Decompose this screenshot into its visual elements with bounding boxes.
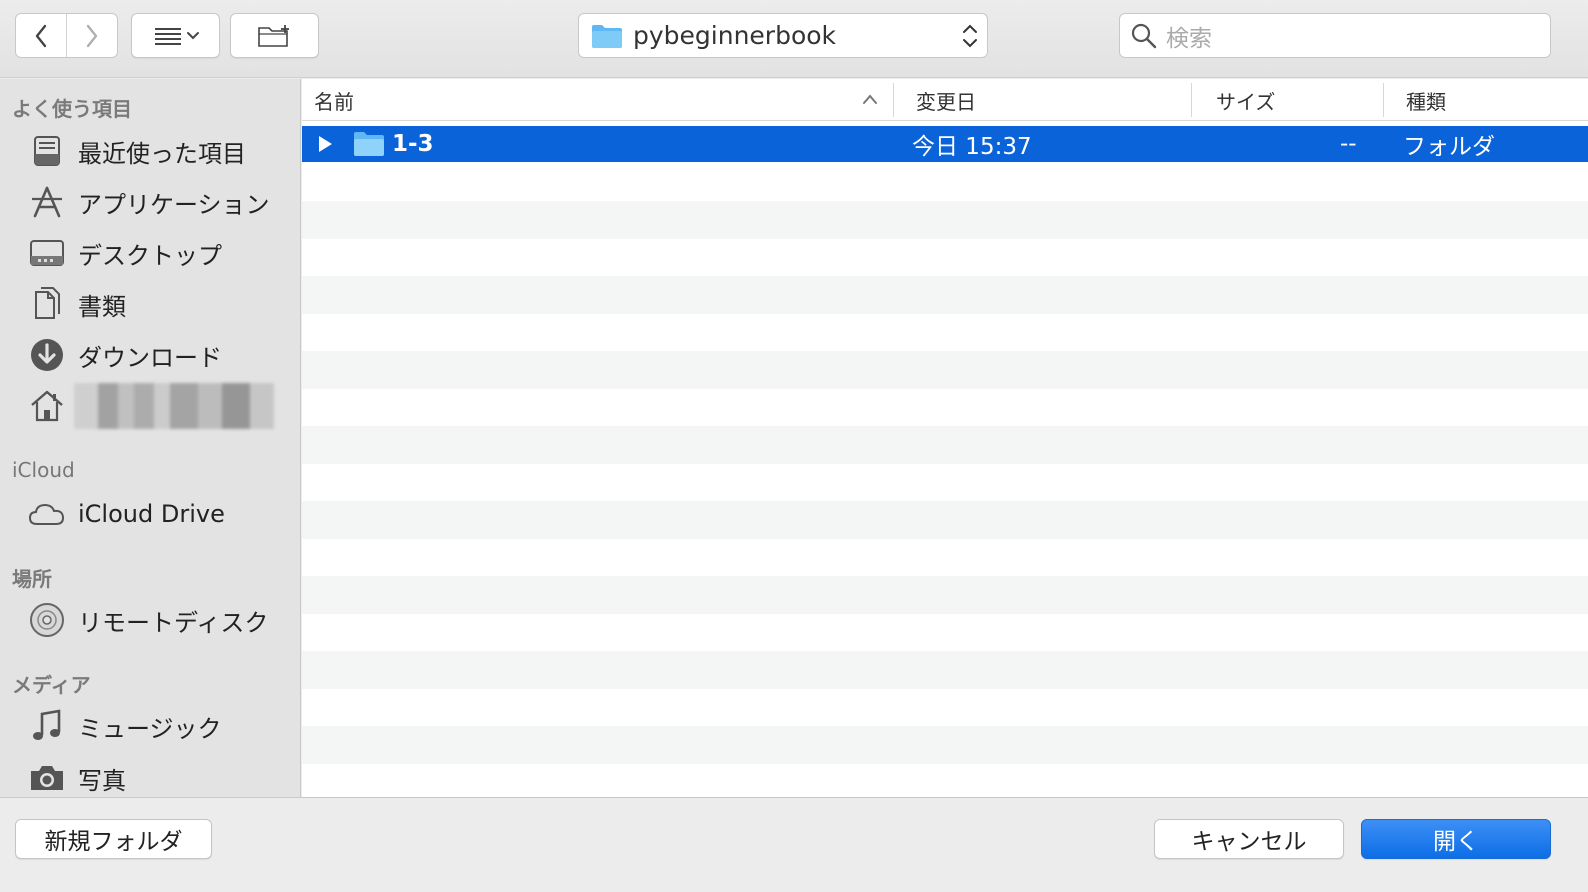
column-header-kind[interactable]: 種類 xyxy=(1406,79,1446,121)
applications-icon xyxy=(26,182,68,222)
nav-back-forward xyxy=(15,13,118,58)
sidebar-item-recents[interactable]: 最近使った項目 xyxy=(26,129,296,173)
sidebar-item-label: 書類 xyxy=(78,292,126,321)
empty-row xyxy=(302,201,1588,239)
empty-row xyxy=(302,726,1588,764)
empty-row xyxy=(302,501,1588,539)
column-header-modified[interactable]: 変更日 xyxy=(916,79,976,121)
sidebar-item-label: ミュージック xyxy=(78,714,222,743)
sidebar-item-documents[interactable]: 書類 xyxy=(26,282,296,326)
sidebar-item-photos[interactable]: 写真 xyxy=(26,756,296,797)
column-header-size[interactable]: サイズ xyxy=(1216,79,1275,121)
recents-icon xyxy=(26,131,68,171)
empty-row xyxy=(302,651,1588,689)
sort-ascending-icon xyxy=(863,94,877,104)
camera-icon xyxy=(26,758,68,797)
column-header: 名前 変更日 サイズ 種類 xyxy=(302,79,1588,121)
music-icon xyxy=(26,706,68,746)
view-options-button[interactable] xyxy=(131,13,220,58)
desktop-icon xyxy=(26,233,68,273)
folder-icon xyxy=(592,24,622,48)
cancel-button[interactable]: キャンセル xyxy=(1154,819,1344,859)
section-favorites: よく使う項目 xyxy=(12,97,132,121)
sidebar: よく使う項目 最近使った項目 アプリケーション デスクトップ 書類 ダウンロード xyxy=(0,79,301,797)
column-header-name[interactable]: 名前 xyxy=(314,79,354,121)
file-list: 名前 変更日 サイズ 種類 1-3 今日 15:37 -- フォルダ xyxy=(302,79,1588,797)
section-icloud: iCloud xyxy=(12,458,75,482)
sidebar-item-applications[interactable]: アプリケーション xyxy=(26,180,296,224)
sidebar-item-label: 写真 xyxy=(78,766,126,795)
back-button[interactable] xyxy=(16,14,66,57)
cloud-icon xyxy=(26,494,68,534)
forward-button[interactable] xyxy=(66,14,117,57)
file-size: -- xyxy=(1340,131,1357,157)
chevron-left-icon xyxy=(35,24,47,47)
sidebar-item-label: 最近使った項目 xyxy=(78,139,246,168)
new-folder-toolbar-button[interactable] xyxy=(230,13,319,58)
sidebar-item-label: アプリケーション xyxy=(78,190,270,219)
new-folder-icon xyxy=(257,24,289,47)
documents-icon xyxy=(26,284,68,324)
sidebar-item-downloads[interactable]: ダウンロード xyxy=(26,333,296,377)
downloads-icon xyxy=(26,335,68,375)
sidebar-item-music[interactable]: ミュージック xyxy=(26,704,296,748)
search-icon xyxy=(1131,23,1157,48)
open-button[interactable]: 開く xyxy=(1361,819,1551,859)
new-folder-button[interactable]: 新規フォルダ xyxy=(15,819,212,859)
sidebar-item-remote-disc[interactable]: リモートディスク xyxy=(26,598,296,642)
file-kind: フォルダ xyxy=(1403,134,1495,160)
empty-row xyxy=(302,426,1588,464)
disc-icon xyxy=(26,600,68,640)
sidebar-item-label: iCloud Drive xyxy=(78,500,225,528)
bottom-bar: 新規フォルダ キャンセル 開く xyxy=(0,797,1588,892)
redacted-username xyxy=(74,383,274,429)
section-media: メディア xyxy=(12,673,91,697)
sidebar-item-label: デスクトップ xyxy=(78,241,222,270)
section-locations: 場所 xyxy=(12,567,52,591)
chevron-right-icon xyxy=(86,24,98,47)
table-row[interactable]: 1-3 今日 15:37 -- フォルダ xyxy=(302,126,1588,162)
search-placeholder: 検索 xyxy=(1166,25,1212,52)
sidebar-item-icloud-drive[interactable]: iCloud Drive xyxy=(26,492,296,536)
path-folder-label: pybeginnerbook xyxy=(633,21,837,50)
column-divider[interactable] xyxy=(1191,83,1192,117)
sidebar-item-label: リモートディスク xyxy=(78,608,269,637)
home-icon xyxy=(26,386,68,426)
sidebar-item-label: ダウンロード xyxy=(78,343,222,372)
empty-row xyxy=(302,576,1588,614)
updown-chevron-icon xyxy=(963,24,977,48)
list-view-icon xyxy=(154,27,199,45)
toolbar: pybeginnerbook 検索 xyxy=(0,0,1588,78)
sidebar-item-home[interactable] xyxy=(26,383,296,429)
sidebar-item-desktop[interactable]: デスクトップ xyxy=(26,231,296,275)
file-modified: 今日 15:37 xyxy=(912,134,1032,160)
folder-icon xyxy=(354,132,384,156)
empty-row xyxy=(302,276,1588,314)
empty-row xyxy=(302,351,1588,389)
path-popup[interactable]: pybeginnerbook xyxy=(578,13,988,58)
column-divider[interactable] xyxy=(893,83,894,117)
column-divider[interactable] xyxy=(1383,83,1384,117)
search-field[interactable]: 検索 xyxy=(1119,13,1551,58)
file-name: 1-3 xyxy=(392,131,434,157)
disclosure-triangle-icon[interactable] xyxy=(317,135,333,153)
